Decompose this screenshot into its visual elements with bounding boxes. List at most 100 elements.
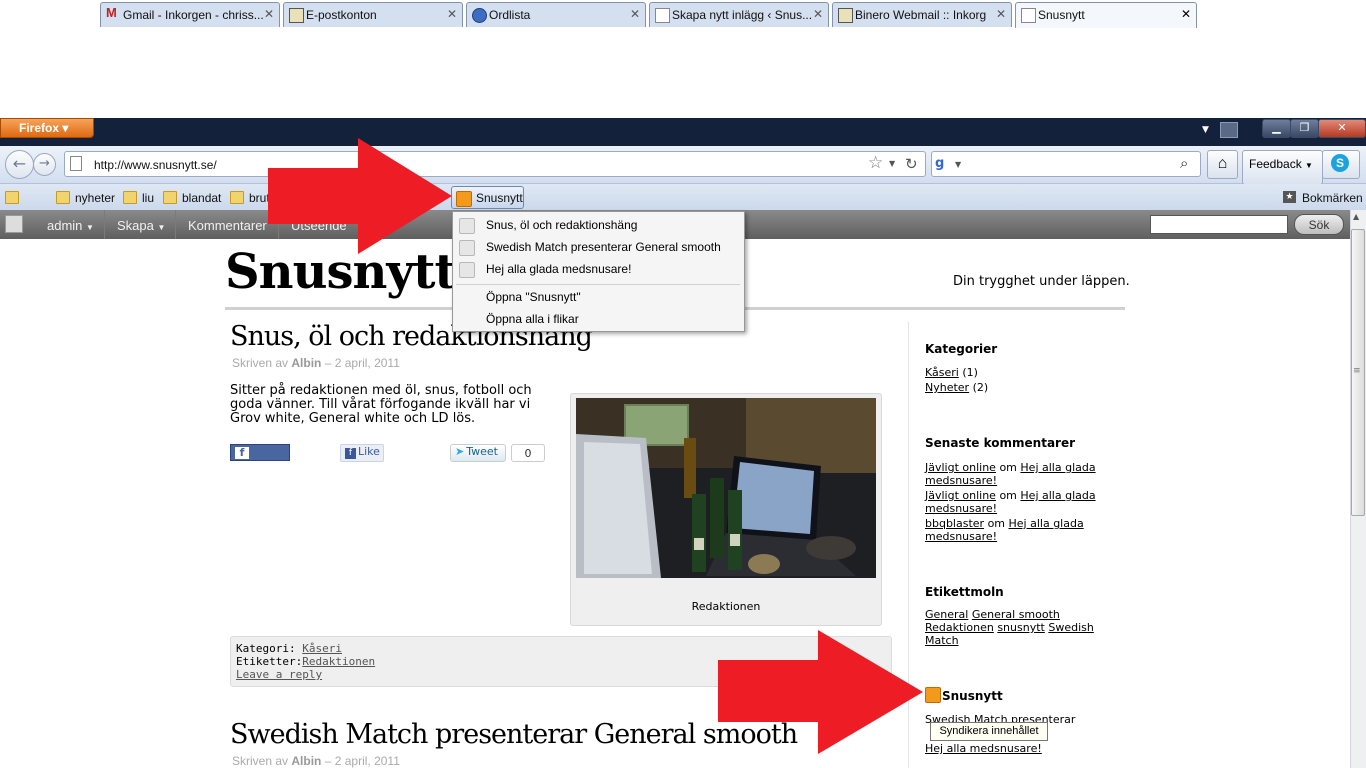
menu-item-open-all-tabs[interactable]: Öppna alla i flikar bbox=[486, 312, 579, 326]
grip-icon: ≡ bbox=[1353, 366, 1361, 376]
comment-author-link[interactable]: Jävligt online bbox=[925, 461, 996, 474]
category-item: Kåseri (1) bbox=[925, 366, 978, 379]
facebook-share-button[interactable]: fShare bbox=[230, 444, 290, 472]
bookmark-liu[interactable]: liu bbox=[142, 191, 154, 205]
site-tagline: Din trygghet under läppen. bbox=[953, 274, 1130, 289]
tab-gmail[interactable]: M Gmail - Inkorgen - chriss... ✕ bbox=[100, 2, 280, 27]
admin-search-button[interactable]: Sök bbox=[1294, 214, 1344, 235]
category-link[interactable]: Nyheter bbox=[925, 381, 969, 394]
post-author[interactable]: Albin bbox=[291, 356, 321, 370]
history-dropdown-icon[interactable]: ▼ bbox=[889, 159, 895, 168]
page-icon bbox=[655, 8, 670, 23]
bookmark-nyheter[interactable]: nyheter bbox=[75, 191, 115, 205]
folder-icon bbox=[56, 191, 70, 204]
star-icon[interactable]: ☆ bbox=[868, 153, 883, 173]
tab-ordlista[interactable]: Ordlista ✕ bbox=[466, 2, 646, 27]
menu-item[interactable]: Swedish Match presenterar General smooth bbox=[486, 240, 721, 254]
close-icon[interactable]: ✕ bbox=[1181, 7, 1191, 21]
feedback-label: Feedback bbox=[1249, 157, 1302, 171]
chevron-down-icon: ▼ bbox=[157, 223, 166, 232]
live-bookmark-label[interactable]: Snusnytt bbox=[476, 191, 523, 205]
rss-feed-link[interactable]: Hej alla medsnusare! bbox=[925, 742, 1115, 755]
menu-item[interactable]: Snus, öl och redaktionshäng bbox=[486, 218, 637, 232]
comment-author-link[interactable]: bbqblaster bbox=[925, 517, 984, 530]
close-icon[interactable]: ✕ bbox=[996, 7, 1006, 21]
comment-item: Jävligt online om Hej alla glada medsnus… bbox=[925, 461, 1096, 487]
tab-binero-webmail[interactable]: Binero Webmail :: Inkorg ✕ bbox=[832, 2, 1012, 27]
tweet-count: 0 bbox=[511, 444, 545, 462]
feedback-button[interactable]: Feedback ▼ bbox=[1242, 150, 1323, 185]
facebook-like-button[interactable]: f Like bbox=[340, 444, 384, 462]
minimize-button[interactable]: ▁ bbox=[1262, 119, 1291, 138]
tag-link[interactable]: Redaktionen bbox=[302, 655, 375, 668]
menu-item[interactable]: Hej alla glada medsnusare! bbox=[486, 262, 631, 276]
avatar[interactable] bbox=[5, 215, 23, 233]
search-icon[interactable]: ⌕ bbox=[1180, 154, 1188, 172]
category-link[interactable]: Kåseri bbox=[302, 642, 342, 655]
admin-search-input[interactable] bbox=[1150, 215, 1288, 234]
feed-item-icon bbox=[459, 262, 475, 278]
arrow-left-icon: ← bbox=[12, 154, 27, 173]
feed-item-icon bbox=[459, 240, 475, 256]
post-photo[interactable] bbox=[576, 398, 876, 578]
admin-comments-link[interactable]: Kommentarer bbox=[188, 218, 267, 233]
comment-author-link[interactable]: Jävligt online bbox=[925, 489, 996, 502]
page-icon bbox=[289, 8, 304, 23]
widget-title-recent-comments: Senaste kommentarer bbox=[925, 436, 1076, 450]
close-icon[interactable]: ✕ bbox=[813, 7, 823, 21]
post-category-line: Kategori: Kåseri bbox=[236, 642, 342, 655]
google-icon[interactable]: g bbox=[935, 156, 951, 172]
tab-label: E-postkonton bbox=[306, 8, 377, 22]
skype-button[interactable]: S bbox=[1322, 150, 1360, 179]
skype-icon: S bbox=[1331, 154, 1349, 172]
tag-link[interactable]: General bbox=[925, 608, 968, 621]
tab-snusnytt[interactable]: Snusnytt ✕ bbox=[1015, 2, 1197, 28]
search-engine-dropdown-icon[interactable]: ▼ bbox=[955, 160, 961, 169]
close-icon[interactable]: ✕ bbox=[264, 7, 274, 21]
forward-button[interactable]: → bbox=[33, 153, 56, 176]
reply-line: Leave a reply bbox=[236, 668, 322, 681]
arrow-right-icon: → bbox=[39, 156, 50, 171]
reload-icon[interactable]: ↻ bbox=[905, 155, 918, 173]
category-link[interactable]: Kåseri bbox=[925, 366, 959, 379]
tab-skapa-inlagg[interactable]: Skapa nytt inlägg ‹ Snus... ✕ bbox=[649, 2, 829, 27]
firefox-menu-button[interactable]: Firefox ▾ bbox=[0, 118, 94, 138]
tweet-button[interactable]: ➤ Tweet bbox=[450, 444, 506, 462]
close-icon[interactable]: ✕ bbox=[447, 7, 457, 21]
window-close-button[interactable]: ✕ bbox=[1318, 119, 1366, 138]
tab-label: Snusnytt bbox=[1038, 8, 1085, 22]
bookmark-brut[interactable]: brut bbox=[249, 191, 270, 205]
tag-cloud: General General smooth Redaktionen snusn… bbox=[925, 608, 1105, 647]
rss-icon[interactable] bbox=[925, 687, 941, 703]
tab-epostkonton[interactable]: E-postkonton ✕ bbox=[283, 2, 463, 27]
maximize-button[interactable]: ❐ bbox=[1290, 119, 1319, 138]
twitter-bird-icon: ➤ bbox=[455, 445, 465, 458]
home-button[interactable]: ⌂ bbox=[1207, 150, 1238, 179]
annotation-arrow-right bbox=[718, 630, 923, 754]
admin-create-menu[interactable]: Skapa ▼ bbox=[117, 218, 165, 233]
rss-icon bbox=[456, 191, 472, 207]
post-meta: Skriven av Albin – 2 april, 2011 bbox=[232, 754, 400, 768]
globe-icon bbox=[472, 8, 487, 23]
tab-groups-icon[interactable] bbox=[1220, 122, 1238, 138]
category-item: Nyheter (2) bbox=[925, 381, 989, 394]
post-title[interactable]: Swedish Match presenterar General smooth bbox=[230, 719, 798, 750]
leave-reply-link[interactable]: Leave a reply bbox=[236, 668, 322, 681]
tag-link[interactable]: General smooth bbox=[972, 608, 1060, 621]
folder-icon[interactable] bbox=[5, 191, 19, 204]
search-bar[interactable] bbox=[931, 151, 1201, 177]
page-identity-icon[interactable] bbox=[70, 156, 82, 171]
admin-user-menu[interactable]: admin ▼ bbox=[47, 218, 94, 233]
bookmarks-menu-button[interactable]: Bokmärken bbox=[1302, 191, 1363, 205]
scroll-up-icon[interactable]: ▲ bbox=[1353, 212, 1359, 221]
menu-item-open[interactable]: Öppna "Snusnytt" bbox=[486, 290, 581, 304]
bookmark-blandat[interactable]: blandat bbox=[182, 191, 221, 205]
url-text[interactable]: http://www.snusnytt.se/ bbox=[94, 158, 217, 172]
figure-caption: Redaktionen bbox=[691, 600, 761, 613]
back-button[interactable]: ← bbox=[5, 150, 34, 179]
tab-list-icon[interactable]: ▼ bbox=[1202, 125, 1209, 135]
post-author[interactable]: Albin bbox=[291, 754, 321, 768]
close-icon[interactable]: ✕ bbox=[630, 7, 640, 21]
tag-link[interactable]: Redaktionen bbox=[925, 621, 994, 634]
tag-link[interactable]: snusnytt bbox=[997, 621, 1045, 634]
